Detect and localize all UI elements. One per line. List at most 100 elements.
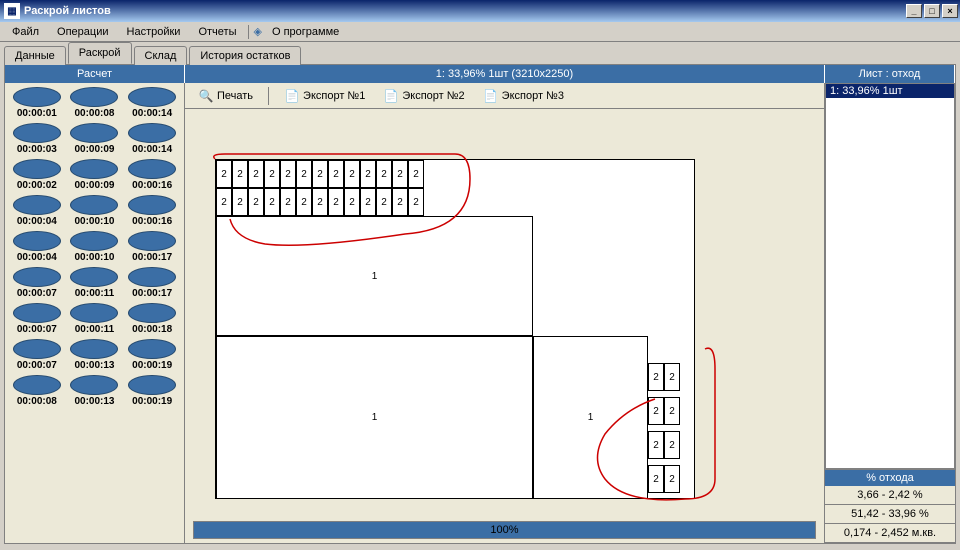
stats-row-2: 51,42 - 33,96 %	[825, 505, 955, 524]
content-area: Расчет 1: 33,96% 1шт (3210x2250) Лист : …	[4, 64, 956, 544]
variant-pill[interactable]: 00:00:04	[9, 195, 65, 227]
pill-time-label: 00:00:16	[124, 216, 180, 227]
pill-time-label: 00:00:16	[124, 180, 180, 191]
waste-list[interactable]: 1: 33,96% 1шт	[825, 83, 955, 469]
pill-time-label: 00:00:18	[124, 324, 180, 335]
menu-file[interactable]: Файл	[4, 24, 47, 40]
variant-pill[interactable]: 00:00:18	[124, 303, 180, 335]
piece-small: 2	[296, 160, 312, 188]
variant-pill[interactable]: 00:00:17	[124, 231, 180, 263]
toolbar-separator	[268, 87, 269, 105]
pill-time-label: 00:00:17	[124, 252, 180, 263]
close-button[interactable]: ×	[942, 4, 958, 18]
piece-small: 2	[248, 188, 264, 216]
variant-pill[interactable]: 00:00:16	[124, 195, 180, 227]
variant-pill[interactable]: 00:00:11	[67, 267, 123, 299]
menu-operations[interactable]: Операции	[49, 24, 116, 40]
piece-small: 2	[648, 363, 664, 391]
tab-history[interactable]: История остатков	[189, 46, 301, 65]
piece-small: 2	[264, 160, 280, 188]
variant-pill[interactable]: 00:00:02	[9, 159, 65, 191]
variant-pill[interactable]: 00:00:07	[9, 267, 65, 299]
piece-small: 2	[408, 160, 424, 188]
piece-small: 2	[216, 160, 232, 188]
piece-small: 2	[312, 188, 328, 216]
pill-time-label: 00:00:11	[67, 288, 123, 299]
variant-pill[interactable]: 00:00:19	[124, 339, 180, 371]
variant-pill[interactable]: 00:00:03	[9, 123, 65, 155]
menu-settings[interactable]: Настройки	[119, 24, 189, 40]
variant-pill[interactable]: 00:00:10	[67, 195, 123, 227]
pill-time-label: 00:00:07	[9, 324, 65, 335]
export2-icon: 📄	[383, 88, 399, 104]
export2-button[interactable]: 📄 Экспорт №2	[376, 85, 471, 107]
variant-pill[interactable]: 00:00:16	[124, 159, 180, 191]
piece-big: 1	[533, 336, 648, 499]
variant-pill[interactable]: 00:00:10	[67, 231, 123, 263]
piece-small: 2	[360, 188, 376, 216]
variant-pill[interactable]: 00:00:08	[67, 87, 123, 119]
variant-pill[interactable]: 00:00:01	[9, 87, 65, 119]
export3-button[interactable]: 📄 Экспорт №3	[476, 85, 571, 107]
export3-label: Экспорт №3	[502, 90, 564, 102]
header-calc: Расчет	[5, 65, 185, 83]
piece-small: 2	[664, 465, 680, 493]
piece-small: 2	[296, 188, 312, 216]
header-info: 1: 33,96% 1шт (3210x2250)	[185, 65, 825, 83]
stats-panel: % отхода 3,66 - 2,42 % 51,42 - 33,96 % 0…	[825, 469, 955, 543]
header-list: Лист : отход	[825, 65, 955, 83]
about-icon: ◈	[253, 25, 261, 38]
variant-pill[interactable]: 00:00:09	[67, 159, 123, 191]
header-row: Расчет 1: 33,96% 1шт (3210x2250) Лист : …	[5, 65, 955, 83]
export3-icon: 📄	[483, 88, 499, 104]
pill-time-label: 00:00:04	[9, 252, 65, 263]
pill-time-label: 00:00:11	[67, 324, 123, 335]
pill-time-label: 00:00:09	[67, 144, 123, 155]
piece-small: 2	[312, 160, 328, 188]
minimize-button[interactable]: _	[906, 4, 922, 18]
pill-time-label: 00:00:04	[9, 216, 65, 227]
variant-pill[interactable]: 00:00:09	[67, 123, 123, 155]
pill-time-label: 00:00:07	[9, 360, 65, 371]
variant-pill[interactable]: 00:00:07	[9, 339, 65, 371]
tab-stock[interactable]: Склад	[134, 46, 188, 65]
pill-time-label: 00:00:19	[124, 396, 180, 407]
pill-time-label: 00:00:08	[67, 108, 123, 119]
left-panel: 00:00:0100:00:0800:00:1400:00:0300:00:09…	[5, 83, 185, 543]
center-panel: 🔍 Печать 📄 Экспорт №1 📄 Экспорт №2 📄 Экс…	[185, 83, 825, 543]
variant-pill[interactable]: 00:00:11	[67, 303, 123, 335]
piece-small: 2	[664, 397, 680, 425]
variant-pill[interactable]: 00:00:07	[9, 303, 65, 335]
menu-reports[interactable]: Отчеты	[190, 24, 244, 40]
variant-pill[interactable]: 00:00:13	[67, 375, 123, 407]
piece-small: 2	[360, 160, 376, 188]
pill-time-label: 00:00:13	[67, 396, 123, 407]
piece-small: 2	[344, 188, 360, 216]
stats-row-3: 0,174 - 2,452 м.кв.	[825, 524, 955, 543]
tab-layout[interactable]: Раскрой	[68, 42, 132, 64]
tab-data[interactable]: Данные	[4, 46, 66, 65]
canvas-area[interactable]: 22222222222222222222222222 1 1 1 2222222…	[185, 109, 824, 517]
menu-separator	[248, 25, 249, 39]
window-title: Раскрой листов	[24, 5, 906, 17]
list-item[interactable]: 1: 33,96% 1шт	[826, 84, 954, 98]
variant-pill[interactable]: 00:00:08	[9, 375, 65, 407]
piece-small: 2	[648, 431, 664, 459]
piece-small: 2	[376, 160, 392, 188]
variant-pill[interactable]: 00:00:19	[124, 375, 180, 407]
variant-pill[interactable]: 00:00:13	[67, 339, 123, 371]
maximize-button[interactable]: □	[924, 4, 940, 18]
menu-about[interactable]: О программе	[264, 24, 347, 40]
tab-strip: Данные Раскрой Склад История остатков	[0, 42, 960, 64]
print-button[interactable]: 🔍 Печать	[191, 85, 260, 107]
variant-pill[interactable]: 00:00:17	[124, 267, 180, 299]
pill-time-label: 00:00:13	[67, 360, 123, 371]
export1-button[interactable]: 📄 Экспорт №1	[277, 85, 372, 107]
variant-pill[interactable]: 00:00:14	[124, 123, 180, 155]
variant-pill[interactable]: 00:00:14	[124, 87, 180, 119]
pill-time-label: 00:00:07	[9, 288, 65, 299]
piece-small: 2	[328, 188, 344, 216]
export2-label: Экспорт №2	[402, 90, 464, 102]
variant-pill[interactable]: 00:00:04	[9, 231, 65, 263]
app-icon: ▦	[4, 3, 20, 19]
